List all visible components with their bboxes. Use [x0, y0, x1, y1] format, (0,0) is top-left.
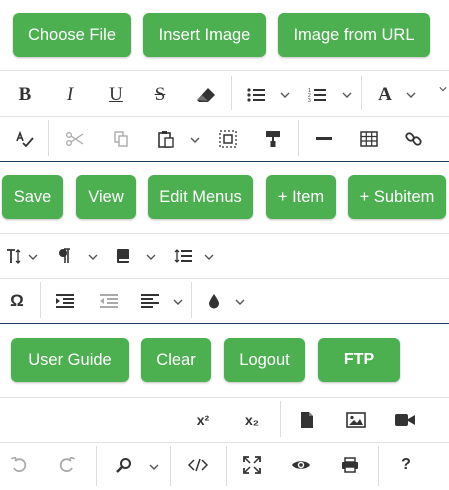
- numbered-list-icon[interactable]: 123: [302, 80, 332, 110]
- chevron-down-icon[interactable]: [202, 250, 216, 264]
- add-subitem-button[interactable]: + Subitem: [348, 175, 446, 219]
- strikethrough-button[interactable]: S: [145, 80, 175, 110]
- chevron-down-icon[interactable]: [233, 295, 247, 309]
- horizontal-rule-icon[interactable]: [309, 124, 339, 154]
- omega-icon: Ω: [10, 291, 24, 310]
- table-icon[interactable]: [354, 124, 384, 154]
- subscript-label: x₂: [244, 412, 259, 428]
- edit-menus-button[interactable]: Edit Menus: [148, 175, 253, 219]
- insert-image-button[interactable]: Insert Image: [143, 13, 266, 57]
- font-color-label: A: [378, 84, 392, 105]
- line-height-icon[interactable]: [168, 241, 198, 271]
- logout-button[interactable]: Logout: [224, 338, 305, 382]
- clear-button[interactable]: Clear: [141, 338, 211, 382]
- spellcheck-icon[interactable]: [10, 124, 40, 154]
- outdent-icon[interactable]: [94, 286, 124, 316]
- scissors-icon[interactable]: [60, 124, 90, 154]
- chevron-down-icon[interactable]: [171, 295, 185, 309]
- search-icon[interactable]: [109, 450, 139, 480]
- video-icon[interactable]: [390, 405, 420, 435]
- underline-label: U: [109, 84, 123, 105]
- subscript-button[interactable]: x₂: [237, 405, 267, 435]
- chevron-down-icon[interactable]: [86, 250, 100, 264]
- image-icon[interactable]: [341, 405, 371, 435]
- paragraph-icon[interactable]: [50, 241, 80, 271]
- svg-text:3: 3: [308, 98, 311, 103]
- redo-icon[interactable]: [52, 450, 82, 480]
- choose-file-button[interactable]: Choose File: [13, 13, 131, 57]
- italic-label: I: [66, 84, 74, 105]
- print-icon[interactable]: [335, 450, 365, 480]
- eye-icon[interactable]: [286, 450, 316, 480]
- code-view-icon[interactable]: [183, 450, 213, 480]
- fullscreen-icon[interactable]: [237, 450, 267, 480]
- undo-icon[interactable]: [4, 450, 34, 480]
- chevron-down-icon[interactable]: [188, 133, 202, 147]
- chevron-down-icon[interactable]: [278, 88, 292, 102]
- eraser-icon[interactable]: [191, 80, 221, 110]
- superscript-label: x²: [196, 412, 210, 428]
- align-left-icon[interactable]: [135, 286, 165, 316]
- select-all-icon[interactable]: [213, 124, 243, 154]
- bold-label: B: [18, 84, 32, 105]
- chevron-down-icon[interactable]: [26, 250, 40, 264]
- help-button[interactable]: ?: [391, 450, 421, 480]
- book-icon[interactable]: [108, 241, 138, 271]
- strikethrough-label: S: [154, 84, 166, 105]
- chevron-down-icon[interactable]: [436, 82, 449, 96]
- special-character-button[interactable]: Ω: [2, 286, 32, 316]
- add-item-button[interactable]: + Item: [266, 175, 336, 219]
- view-button[interactable]: View: [76, 175, 136, 219]
- underline-button[interactable]: U: [101, 80, 131, 110]
- ftp-button[interactable]: FTP: [318, 338, 400, 382]
- copy-icon[interactable]: [106, 124, 136, 154]
- save-button[interactable]: Save: [2, 175, 63, 219]
- paste-icon[interactable]: [151, 124, 181, 154]
- chevron-down-icon[interactable]: [147, 460, 161, 474]
- file-icon[interactable]: [292, 405, 322, 435]
- link-icon[interactable]: [399, 124, 429, 154]
- chevron-down-icon[interactable]: [340, 88, 354, 102]
- superscript-button[interactable]: x²: [188, 405, 218, 435]
- bold-button[interactable]: B: [10, 80, 40, 110]
- indent-icon[interactable]: [50, 286, 80, 316]
- chevron-down-icon[interactable]: [144, 250, 158, 264]
- image-from-url-button[interactable]: Image from URL: [278, 13, 430, 57]
- italic-button[interactable]: I: [55, 80, 85, 110]
- chevron-down-icon[interactable]: [404, 88, 418, 102]
- bullet-list-icon[interactable]: [241, 80, 271, 110]
- ink-drop-icon[interactable]: [199, 286, 229, 316]
- format-painter-icon[interactable]: [258, 124, 288, 154]
- help-icon: ?: [401, 456, 411, 473]
- font-color-button[interactable]: A: [370, 80, 400, 110]
- user-guide-button[interactable]: User Guide: [11, 338, 129, 382]
